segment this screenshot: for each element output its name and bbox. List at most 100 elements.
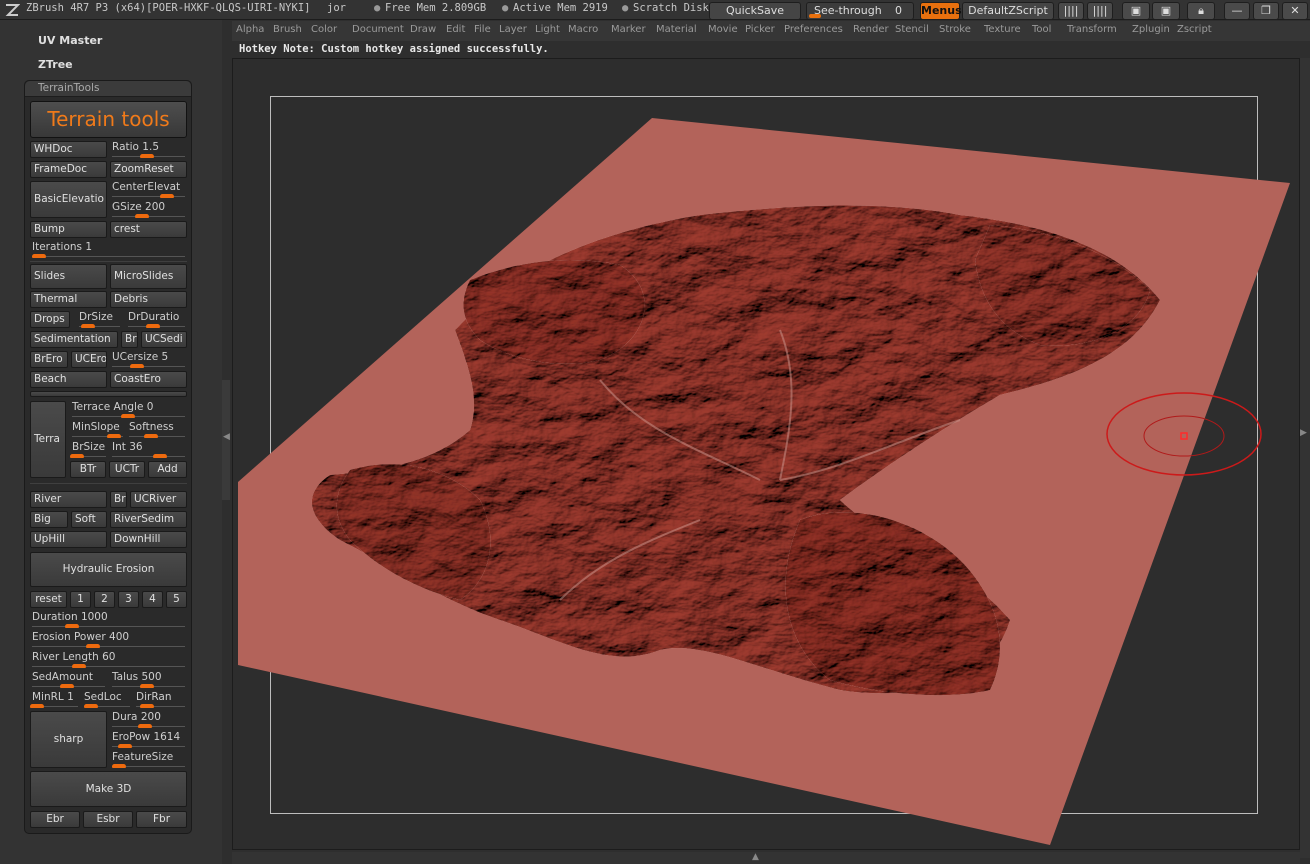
add-button[interactable]: Add (148, 461, 187, 478)
minrl-slider[interactable]: MinRL 1 (30, 691, 80, 708)
menu-document[interactable]: Document (352, 24, 404, 35)
quicksave-button[interactable]: QuickSave (709, 2, 801, 20)
erosion-power-slider[interactable]: Erosion Power 400 (30, 631, 187, 648)
big-button[interactable]: Big (30, 511, 68, 528)
ratio-slider[interactable]: Ratio 1.5 (110, 141, 187, 158)
dura-slider[interactable]: Dura 200 (110, 711, 187, 728)
brero-button[interactable]: BrEro (30, 351, 68, 368)
microslides-button[interactable]: MicroSlides (110, 264, 187, 289)
framedoc-button[interactable]: FrameDoc (30, 161, 107, 178)
terrace-angle-slider[interactable]: Terrace Angle 0 (70, 401, 187, 418)
menu-preferences[interactable]: Preferences (784, 24, 843, 35)
menu-edit[interactable]: Edit (446, 24, 465, 35)
softness-slider[interactable]: Softness (127, 421, 187, 438)
basic-elevation-button[interactable]: BasicElevatio (30, 181, 107, 218)
menu-render[interactable]: Render (853, 24, 889, 35)
crest-button[interactable]: crest (110, 221, 187, 238)
riversedim-button[interactable]: RiverSedim (110, 511, 187, 528)
hydraulic-erosion-button[interactable]: Hydraulic Erosion (30, 552, 187, 587)
ucsedi-button[interactable]: UCSedi (141, 331, 187, 348)
layout-icon-1[interactable]: ▣ (1122, 2, 1150, 20)
dirran-slider[interactable]: DirRan (134, 691, 187, 708)
left-tray-handle[interactable]: ◀ (222, 380, 230, 500)
close-icon[interactable]: ✕ (1282, 2, 1308, 20)
duration-slider[interactable]: Duration 1000 (30, 611, 187, 628)
preset-5-button[interactable]: 5 (166, 591, 187, 608)
menu-layer[interactable]: Layer (499, 24, 527, 35)
tray-left-icon[interactable]: |||| (1058, 2, 1084, 20)
preset-4-button[interactable]: 4 (142, 591, 163, 608)
preset-1-button[interactable]: 1 (70, 591, 91, 608)
thermal-button[interactable]: Thermal (30, 291, 107, 308)
menu-brush[interactable]: Brush (273, 24, 302, 35)
terrain-tools-title-button[interactable]: Terrain tools (30, 101, 187, 138)
menus-button[interactable]: Menus (920, 2, 962, 20)
uphill-button[interactable]: UpHill (30, 531, 107, 548)
ebr-button[interactable]: Ebr (30, 811, 80, 828)
menu-texture[interactable]: Texture (984, 24, 1021, 35)
ucriver-button[interactable]: UCRiver (130, 491, 187, 508)
right-tray-handle[interactable]: ▶ (1300, 58, 1310, 858)
ucero-button[interactable]: UCEro (71, 351, 107, 368)
terrace-button[interactable]: Terra (30, 401, 66, 478)
minslope-slider[interactable]: MinSlope (70, 421, 125, 438)
menu-picker[interactable]: Picker (745, 24, 775, 35)
drsize-slider[interactable]: DrSize (77, 311, 122, 328)
maximize-icon[interactable]: ❐ (1253, 2, 1279, 20)
int-slider[interactable]: Int 36 (110, 441, 187, 458)
gsize-slider[interactable]: GSize 200 (110, 201, 187, 218)
beach-button[interactable]: Beach (30, 371, 107, 388)
uctr-button[interactable]: UCTr (109, 461, 145, 478)
bump-button[interactable]: Bump (30, 221, 107, 238)
menu-stroke[interactable]: Stroke (939, 24, 971, 35)
menu-alpha[interactable]: Alpha (236, 24, 264, 35)
tray-right-icon[interactable]: |||| (1087, 2, 1113, 20)
menu-stencil[interactable]: Stencil (895, 24, 929, 35)
layout-icon-2[interactable]: ▣ (1152, 2, 1180, 20)
featuresize-slider[interactable]: FeatureSize (110, 751, 187, 768)
make-3d-button[interactable]: Make 3D (30, 771, 187, 807)
eropow-slider[interactable]: EroPow 1614 (110, 731, 187, 748)
drops-button[interactable]: Drops (30, 311, 70, 328)
whdoc-button[interactable]: WHDoc (30, 141, 107, 158)
river-length-slider[interactable]: River Length 60 (30, 651, 187, 668)
ucersize-slider[interactable]: UCersize 5 (110, 351, 187, 368)
iterations-slider[interactable]: Iterations 1 (30, 241, 187, 258)
see-through-slider[interactable]: See-through 0 (806, 2, 914, 20)
ztree-button[interactable]: ZTree (38, 58, 73, 71)
menu-color[interactable]: Color (311, 24, 337, 35)
menu-draw[interactable]: Draw (410, 24, 436, 35)
menu-zplugin[interactable]: Zplugin (1132, 24, 1170, 35)
menu-light[interactable]: Light (535, 24, 560, 35)
minimize-icon[interactable]: — (1224, 2, 1250, 20)
menu-tool[interactable]: Tool (1032, 24, 1051, 35)
palette-title[interactable]: TerrainTools (25, 81, 191, 97)
fbr-button[interactable]: Fbr (136, 811, 187, 828)
menu-transform[interactable]: Transform (1067, 24, 1117, 35)
uv-master-button[interactable]: UV Master (38, 34, 102, 47)
default-zscript-button[interactable]: DefaultZScript (962, 2, 1054, 20)
sedamount-slider[interactable]: SedAmount (30, 671, 107, 688)
btr-button[interactable]: BTr (70, 461, 106, 478)
sedloc-slider[interactable]: SedLoc (82, 691, 132, 708)
bottom-tray-handle[interactable]: ▲ (232, 852, 1300, 864)
zoomreset-button[interactable]: ZoomReset (110, 161, 187, 178)
soft-button[interactable]: Soft (71, 511, 107, 528)
lock-icon[interactable]: 🔒︎ (1187, 2, 1215, 20)
downhill-button[interactable]: DownHill (110, 531, 187, 548)
brsize-slider[interactable]: BrSize (70, 441, 108, 458)
debris-button[interactable]: Debris (110, 291, 187, 308)
coastero-button[interactable]: CoastEro (110, 371, 187, 388)
sharp-button[interactable]: sharp (30, 711, 107, 768)
talus-slider[interactable]: Talus 500 (110, 671, 187, 688)
preset-3-button[interactable]: 3 (118, 591, 139, 608)
center-elevation-slider[interactable]: CenterElevat (110, 181, 187, 198)
menu-marker[interactable]: Marker (611, 24, 646, 35)
preset-2-button[interactable]: 2 (94, 591, 115, 608)
menu-movie[interactable]: Movie (708, 24, 738, 35)
menu-material[interactable]: Material (656, 24, 697, 35)
sedimentation-br-button[interactable]: Br (121, 331, 138, 348)
menu-file[interactable]: File (474, 24, 491, 35)
river-br-button[interactable]: Br (110, 491, 127, 508)
drduration-slider[interactable]: DrDuratio (126, 311, 187, 328)
